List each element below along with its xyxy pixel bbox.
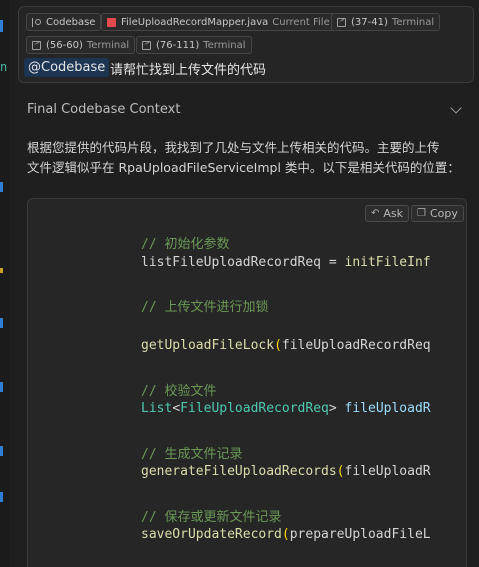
terminal-icon [337, 16, 346, 27]
ask-label: Ask [383, 207, 404, 220]
code-token: listFileUploadRecordReq [141, 255, 322, 270]
code-comment: // 校验文件 [141, 384, 217, 399]
context-chip-codebase[interactable]: Codebase [26, 13, 102, 31]
code-line: listFileUploadRecordReq = initFileInf [141, 255, 431, 270]
codebase-mention[interactable]: @Codebase [24, 58, 110, 77]
context-chip-current-file[interactable]: FileUploadRecordMapper.java Current File [101, 13, 336, 31]
warning-marker [0, 268, 3, 273]
code-comment: // 上传文件进行加锁 [141, 300, 269, 315]
chip-label: Codebase [46, 16, 96, 28]
context-chip-terminal-76-111[interactable]: (76-111) Terminal [136, 36, 252, 54]
copy-icon: ❐ [417, 208, 426, 219]
context-chip-terminal-56-60[interactable]: (56-60) Terminal [26, 36, 136, 54]
code-token: getUploadFileLock [141, 338, 275, 353]
code-token: ( [274, 338, 282, 353]
code-comment: // 初始化参数 [141, 237, 230, 252]
code-token: ( [336, 464, 345, 479]
change-marker [0, 182, 3, 192]
chip-suffix: Terminal [203, 39, 246, 51]
code-line: saveOrUpdateRecord(prepareUploadFileL [141, 527, 431, 542]
chip-suffix: Terminal [86, 39, 130, 51]
code-token: saveOrUpdateRecord [141, 527, 282, 542]
copy-label: Copy [429, 207, 458, 220]
code-token: fileUploadR [344, 464, 431, 479]
gutter-glyph: n [0, 60, 8, 74]
code-token: List [141, 401, 173, 416]
answer-line: 根据您提供的代码片段，我找到了几处与文件上传相关的代码。主要的上传 [27, 140, 440, 155]
code-token: fileUploadRecordReq [281, 338, 431, 353]
code-comment: // 生成文件记录 [141, 447, 243, 462]
editor-gutter: n [0, 0, 9, 567]
code-line: List<FileUploadRecordReq> fileUploadR [141, 401, 431, 416]
change-marker [0, 20, 3, 32]
code-line: generateFileUploadRecords(fileUploadR [141, 464, 431, 479]
terminal-icon [32, 39, 41, 50]
answer-line: 文件逻辑似乎在 RpaUploadFileServiceImpl 类中。以下是相… [27, 160, 460, 175]
chip-label: (56-60) [46, 39, 83, 51]
context-section-title[interactable]: Final Codebase Context [27, 102, 180, 117]
change-marker [0, 382, 3, 392]
code-token: > [328, 401, 345, 416]
code-token: initFileInf [344, 255, 431, 270]
chip-suffix: Terminal [391, 16, 435, 28]
code-token: = [321, 255, 345, 270]
chevron-down-icon[interactable] [450, 102, 462, 114]
chip-label: FileUploadRecordMapper.java [121, 16, 269, 28]
context-chip-terminal-37-41[interactable]: (37-41) Terminal [331, 13, 441, 31]
chip-label: (76-111) [156, 39, 200, 51]
code-token: ( [281, 527, 290, 542]
reply-icon: ↶ [371, 208, 380, 219]
query-text: 请帮忙找到上传文件的代码 [110, 63, 267, 78]
code-block: ↶ Ask ❐ Copy // 初始化参数 listFileUploadReco… [27, 198, 467, 567]
ask-button[interactable]: ↶ Ask [365, 205, 410, 222]
code-token: fileUploadR [344, 401, 431, 416]
code-token: < [172, 401, 181, 416]
terminal-icon [142, 39, 151, 50]
code-token: generateFileUploadRecords [141, 464, 337, 479]
code-content: // 初始化参数 listFileUploadRecordReq = initF… [141, 199, 431, 542]
code-token: FileUploadRecordReq [180, 401, 329, 416]
chip-label: (37-41) [351, 16, 388, 28]
branch-icon [32, 17, 41, 27]
code-line: getUploadFileLock(fileUploadRecordReq [141, 338, 431, 353]
code-token: prepareUploadFileL [289, 527, 431, 542]
change-marker [0, 492, 3, 502]
copy-button[interactable]: ❐ Copy [411, 205, 464, 222]
code-comment: // 保存或更新文件记录 [141, 510, 282, 525]
answer-text: 根据您提供的代码片段，我找到了几处与文件上传相关的代码。主要的上传 文件逻辑似乎… [27, 138, 467, 178]
java-file-icon [107, 17, 116, 27]
change-marker [0, 318, 3, 328]
chip-suffix: Current File [272, 16, 330, 28]
change-marker [0, 446, 3, 456]
